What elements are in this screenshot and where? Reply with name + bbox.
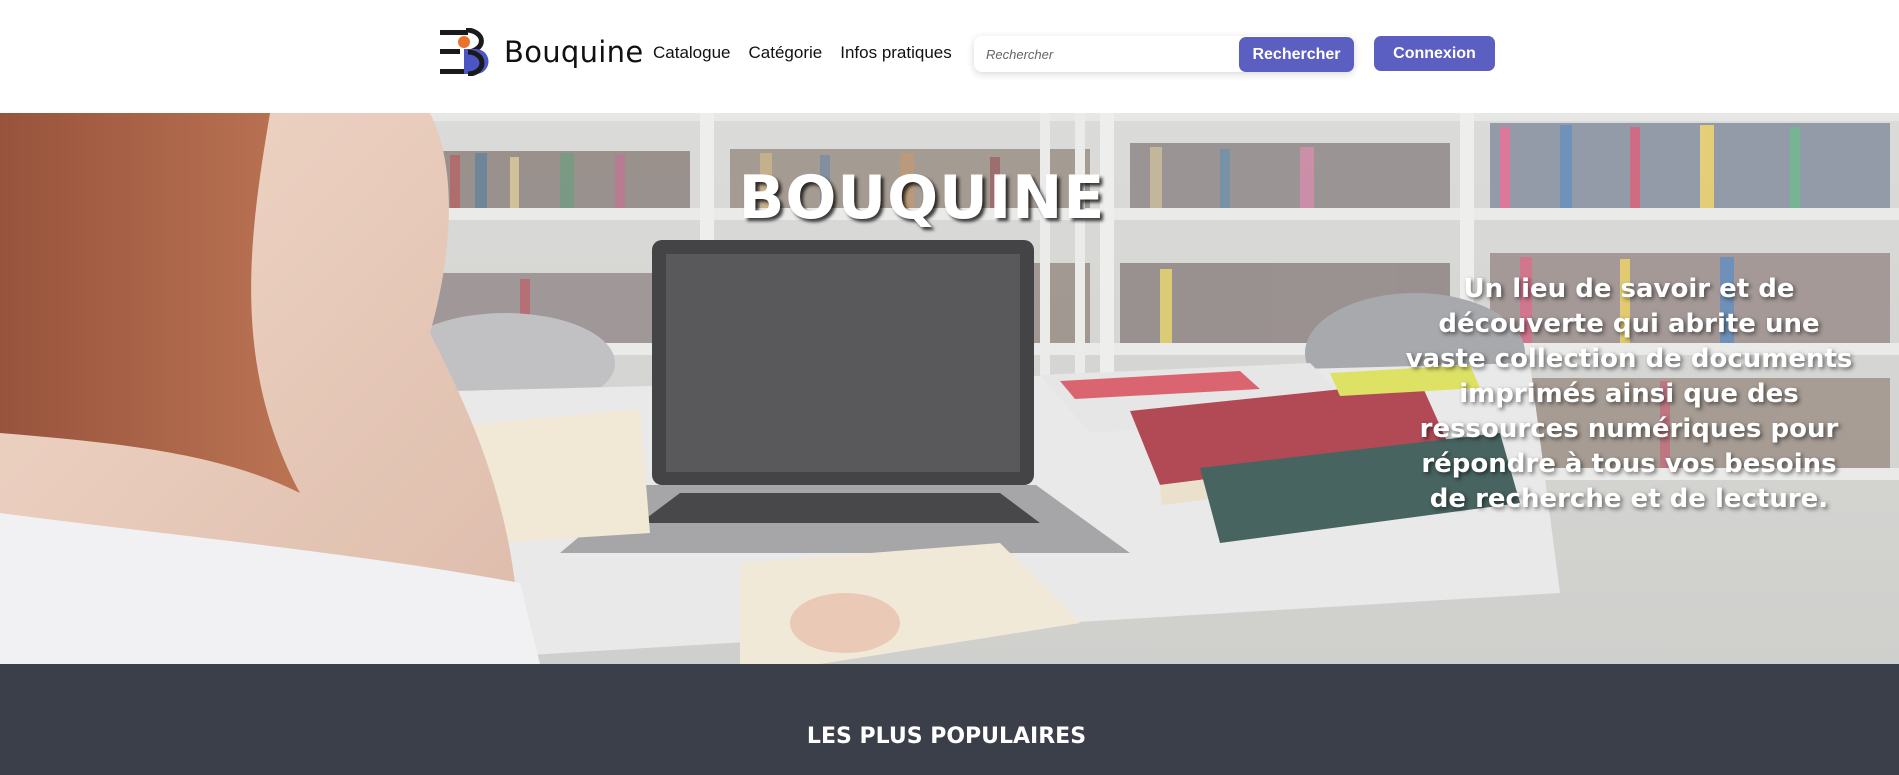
- nav-catalogue[interactable]: Catalogue: [653, 43, 731, 63]
- brand-name: Bouquine: [504, 35, 644, 69]
- hero-description: Un lieu de savoir et de découverte qui a…: [1405, 274, 1853, 514]
- main-nav: Catalogue Catégorie Infos pratiques: [653, 43, 952, 63]
- search-input[interactable]: [986, 36, 1206, 72]
- popular-section: LES PLUS POPULAIRES: [0, 664, 1899, 775]
- login-button[interactable]: Connexion: [1374, 36, 1495, 71]
- brand-logo[interactable]: Bouquine: [438, 28, 643, 76]
- hero-banner: BOUQUINE Un lieu de savoir et de découve…: [0, 113, 1899, 664]
- search-button[interactable]: Rechercher: [1239, 37, 1354, 72]
- nav-infos-pratiques[interactable]: Infos pratiques: [840, 43, 952, 63]
- nav-categorie[interactable]: Catégorie: [749, 43, 823, 63]
- popular-section-title: LES PLUS POPULAIRES: [806, 724, 1087, 749]
- bouquine-logo-icon: [440, 28, 489, 76]
- site-header: Bouquine Catalogue Catégorie Infos prati…: [0, 0, 1899, 113]
- hero-title: BOUQUINE: [738, 163, 1106, 233]
